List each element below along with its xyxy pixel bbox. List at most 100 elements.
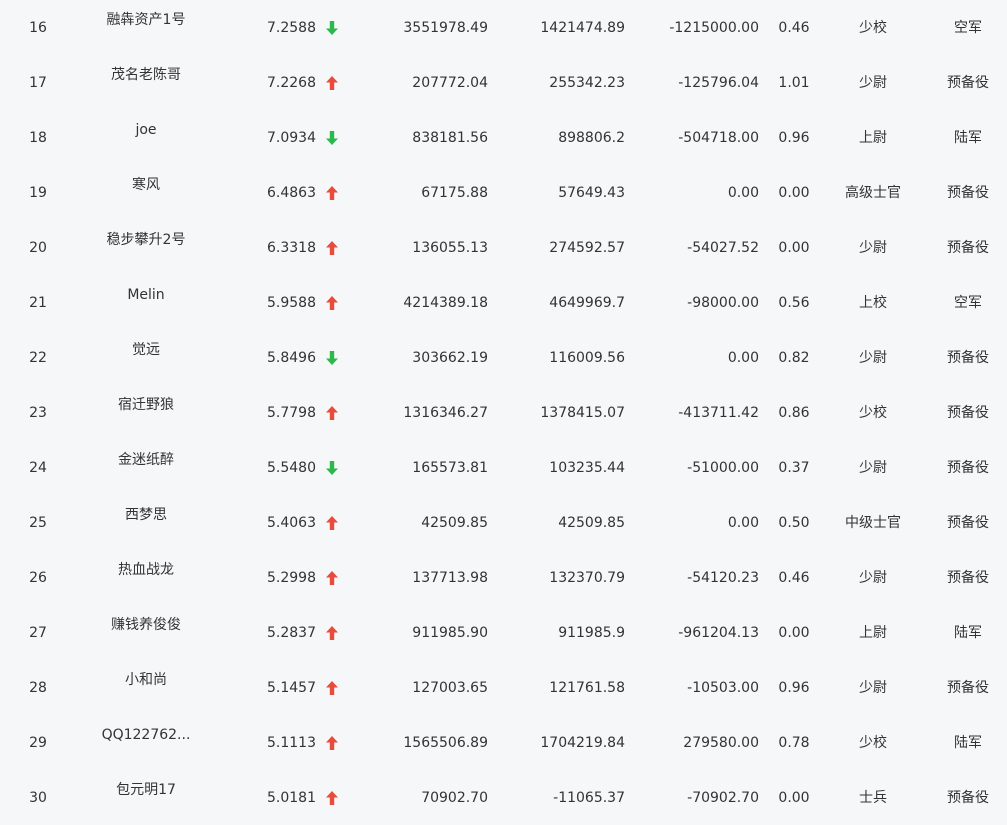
rank-cell: 20: [29, 240, 47, 256]
score-value: 6.4863: [267, 185, 316, 201]
user-name[interactable]: 西梦思: [80, 506, 212, 524]
military-rank: 中级士官: [845, 515, 901, 531]
user-name[interactable]: joe: [80, 121, 212, 139]
ratio-value: 0.96: [778, 680, 810, 696]
table-row[interactable]: 30 包元明17 5.0181 70902.70 -11065.37 -70902.70 0…: [0, 770, 1007, 825]
score-value: 5.4063: [267, 515, 316, 531]
military-branch: 预备役: [947, 405, 989, 421]
military-branch: 预备役: [947, 75, 989, 91]
arrow-up-icon: [325, 626, 339, 640]
score-value: 5.2998: [267, 570, 316, 586]
table-row[interactable]: 16 融犇资产1号 7.2588 3551978.49 1421474.89 -12150…: [0, 0, 1007, 55]
score-value: 5.8496: [267, 350, 316, 366]
score-value: 5.0181: [267, 790, 316, 806]
capital-value: 1378415.07: [540, 405, 625, 421]
user-name[interactable]: 寒风: [80, 176, 212, 194]
military-branch: 预备役: [947, 515, 989, 531]
rank-cell: 18: [29, 130, 47, 146]
user-name[interactable]: Melin: [80, 286, 212, 304]
ratio-value: 0.37: [778, 460, 810, 476]
military-rank: 上尉: [859, 625, 887, 641]
asset-value: 3551978.49: [403, 20, 488, 36]
military-rank: 上尉: [859, 130, 887, 146]
user-name[interactable]: 小和尚: [80, 671, 212, 689]
user-name[interactable]: 包元明17: [80, 781, 212, 799]
military-branch: 陆军: [954, 130, 982, 146]
score-value: 6.3318: [267, 240, 316, 256]
user-name[interactable]: 融犇资产1号: [80, 11, 212, 29]
military-branch: 预备役: [947, 570, 989, 586]
table-row[interactable]: 24 金迷纸醉 5.5480 165573.81 103235.44 -51000.00 0…: [0, 440, 1007, 495]
asset-value: 838181.56: [412, 130, 488, 146]
profit-value: -413711.42: [678, 405, 759, 421]
table-row[interactable]: 20 稳步攀升2号 6.3318 136055.13 274592.57 -54027.5…: [0, 220, 1007, 275]
ratio-value: 1.01: [778, 75, 810, 91]
ratio-value: 0.50: [778, 515, 810, 531]
user-name[interactable]: 赚钱养俊俊: [80, 616, 212, 634]
table-row[interactable]: 26 热血战龙 5.2998 137713.98 132370.79 -54120.23 0…: [0, 550, 1007, 605]
table-row[interactable]: 27 赚钱养俊俊 5.2837 911985.90 911985.9 -961204.13…: [0, 605, 1007, 660]
rank-cell: 30: [29, 790, 47, 806]
asset-value: 165573.81: [412, 460, 488, 476]
rank-cell: 19: [29, 185, 47, 201]
military-branch: 预备役: [947, 185, 989, 201]
profit-value: -961204.13: [678, 625, 759, 641]
score-value: 5.1113: [267, 735, 316, 751]
table-row[interactable]: 23 宿迁野狼 5.7798 1316346.27 1378415.07 -413711.…: [0, 385, 1007, 440]
ratio-value: 0.56: [778, 295, 810, 311]
user-name[interactable]: 茂名老陈哥: [80, 66, 212, 84]
rank-cell: 23: [29, 405, 47, 421]
user-name[interactable]: 觉远: [80, 341, 212, 359]
table-row[interactable]: 25 西梦思 5.4063 42509.85 42509.85 0.00 0.50 中级士官 预…: [0, 495, 1007, 550]
user-name[interactable]: 金迷纸醉: [80, 451, 212, 469]
military-branch: 空军: [954, 20, 982, 36]
table-row[interactable]: 21 Melin 5.9588 4214389.18 4649969.7 -98000.0…: [0, 275, 1007, 330]
user-name[interactable]: 稳步攀升2号: [80, 231, 212, 249]
table-row[interactable]: 29 QQ122762... 5.1113 1565506.89 1704219.84 2…: [0, 715, 1007, 770]
ratio-value: 0.00: [778, 240, 810, 256]
arrow-down-icon: [325, 131, 339, 145]
user-name[interactable]: QQ122762...: [80, 726, 212, 744]
profit-value: 0.00: [727, 515, 759, 531]
table-row[interactable]: 22 觉远 5.8496 303662.19 116009.56 0.00 0.82 少尉 预备…: [0, 330, 1007, 385]
score-value: 7.2268: [267, 75, 316, 91]
table-row[interactable]: 28 小和尚 5.1457 127003.65 121761.58 -10503.00 0.…: [0, 660, 1007, 715]
ratio-value: 0.00: [778, 625, 810, 641]
rank-cell: 27: [29, 625, 47, 641]
table-row[interactable]: 19 寒风 6.4863 67175.88 57649.43 0.00 0.00 高级士官 预备…: [0, 165, 1007, 220]
table-row[interactable]: 18 joe 7.0934 838181.56 898806.2 -504718.00 0.…: [0, 110, 1007, 165]
military-rank: 少校: [859, 735, 887, 751]
score-value: 7.0934: [267, 130, 316, 146]
asset-value: 207772.04: [412, 75, 488, 91]
asset-value: 137713.98: [412, 570, 488, 586]
profit-value: -54120.23: [687, 570, 759, 586]
rank-cell: 29: [29, 735, 47, 751]
profit-value: 279580.00: [683, 735, 759, 751]
military-branch: 陆军: [954, 735, 982, 751]
asset-value: 70902.70: [421, 790, 488, 806]
table-row[interactable]: 17 茂名老陈哥 7.2268 207772.04 255342.23 -125796.0…: [0, 55, 1007, 110]
rank-cell: 28: [29, 680, 47, 696]
profit-value: -1215000.00: [669, 20, 759, 36]
ratio-value: 0.00: [778, 790, 810, 806]
capital-value: 132370.79: [549, 570, 625, 586]
user-name[interactable]: 宿迁野狼: [80, 396, 212, 414]
asset-value: 1565506.89: [403, 735, 488, 751]
ratio-value: 0.46: [778, 20, 810, 36]
capital-value: 911985.9: [558, 625, 625, 641]
ratio-value: 0.86: [778, 405, 810, 421]
military-rank: 少尉: [859, 570, 887, 586]
military-branch: 陆军: [954, 625, 982, 641]
user-name[interactable]: 热血战龙: [80, 561, 212, 579]
asset-value: 1316346.27: [403, 405, 488, 421]
arrow-down-icon: [325, 461, 339, 475]
military-rank: 少尉: [859, 75, 887, 91]
ratio-value: 0.00: [778, 185, 810, 201]
rank-cell: 16: [29, 20, 47, 36]
military-rank: 少校: [859, 405, 887, 421]
profit-value: 0.00: [727, 185, 759, 201]
profit-value: -51000.00: [687, 460, 759, 476]
arrow-up-icon: [325, 736, 339, 750]
profit-value: -504718.00: [678, 130, 759, 146]
military-branch: 空军: [954, 295, 982, 311]
